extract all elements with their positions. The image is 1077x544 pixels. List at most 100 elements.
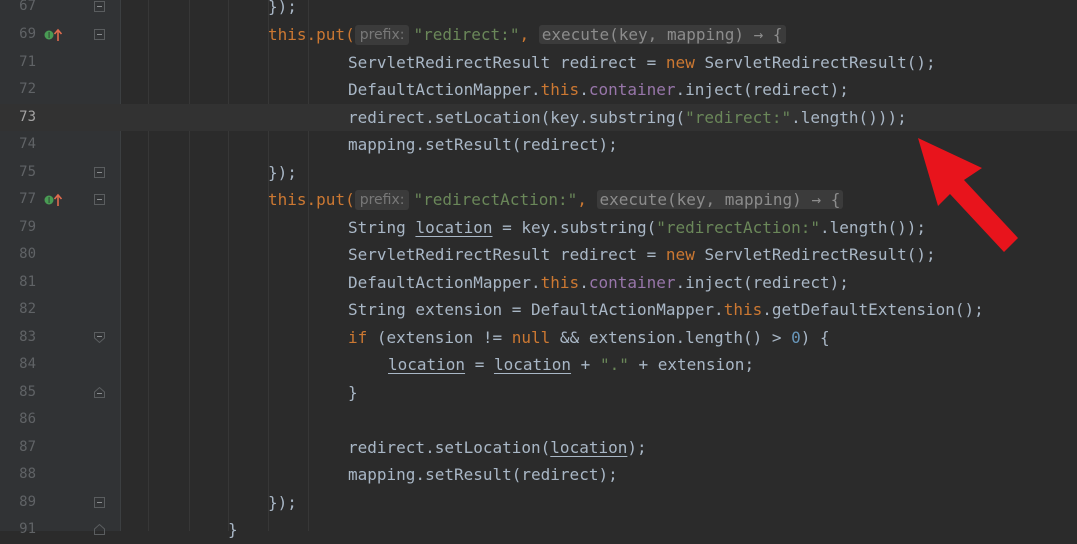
if-keyword: if xyxy=(348,327,368,347)
method-call: redirect.setLocation(key.substring( xyxy=(348,107,686,127)
code-line[interactable]: 85 } xyxy=(0,379,1077,407)
expression: + extension; xyxy=(628,355,755,374)
string-literal: "." xyxy=(599,355,629,374)
code-line[interactable]: 67 }); xyxy=(0,0,1077,21)
line-number[interactable]: 73 xyxy=(0,104,36,132)
parameter-hint: prefix: xyxy=(354,190,410,210)
line-number[interactable]: 91 xyxy=(0,516,36,544)
parameter-hint: prefix: xyxy=(354,25,410,45)
operator: + xyxy=(571,355,600,374)
override-implements-icon[interactable]: I xyxy=(44,28,66,42)
method-call: .inject(redirect); xyxy=(675,272,849,292)
code-line[interactable]: 81 DefaultActionMapper.this.container.in… xyxy=(0,269,1077,297)
code-text: ServletRedirectResult redirect = new Ser… xyxy=(348,49,936,77)
code-text: redirect.setLocation(key.substring("redi… xyxy=(348,104,907,132)
string-literal: "redirectAction:" xyxy=(413,190,578,209)
method-call: = key.substring( xyxy=(502,217,657,237)
code-text: }); xyxy=(268,0,297,16)
code-line[interactable]: 88 mapping.setResult(redirect); xyxy=(0,461,1077,489)
variable: location xyxy=(415,217,493,237)
string-literal: "redirect:" xyxy=(685,107,792,127)
string-literal: "redirect:" xyxy=(413,25,520,44)
code-text: redirect.setLocation(location); xyxy=(348,434,647,462)
method-call: redirect.setLocation( xyxy=(348,437,551,457)
code-line[interactable]: 69 I this.put(prefix: "redirect:", execut… xyxy=(0,21,1077,49)
code-text: location = location + "." + extension; xyxy=(388,351,754,379)
this-keyword: this.put( xyxy=(268,25,355,44)
line-number[interactable]: 79 xyxy=(0,214,36,242)
fold-icon[interactable] xyxy=(94,386,105,398)
line-number[interactable]: 83 xyxy=(0,324,36,352)
fold-icon[interactable] xyxy=(94,331,105,343)
string-literal: "redirectAction:" xyxy=(656,217,821,237)
operator: = xyxy=(465,355,494,374)
line-number[interactable]: 77 xyxy=(0,186,36,214)
line-number[interactable]: 80 xyxy=(0,241,36,269)
field-name: container xyxy=(588,80,676,99)
line-number[interactable]: 81 xyxy=(0,269,36,297)
method-call: .inject(redirect); xyxy=(675,80,849,99)
fold-icon[interactable] xyxy=(94,166,105,178)
code-line[interactable]: 72 DefaultActionMapper.this.container.in… xyxy=(0,76,1077,104)
operator: = xyxy=(646,245,657,264)
this-keyword: this xyxy=(723,300,763,319)
code-text: mapping.setResult(redirect); xyxy=(348,135,618,154)
code-text: mapping.setResult(redirect); xyxy=(348,465,618,484)
line-number[interactable]: 88 xyxy=(0,461,36,489)
override-implements-icon[interactable]: I xyxy=(44,193,66,207)
line-number[interactable]: 67 xyxy=(0,0,36,21)
red-arrow-annotation-icon xyxy=(918,138,1018,252)
code-text: this.put(prefix: "redirectAction:", execu… xyxy=(268,186,844,214)
dot: . xyxy=(579,80,589,99)
fold-icon[interactable] xyxy=(94,194,105,205)
code-line[interactable]: 89 }); xyxy=(0,489,1077,517)
line-number[interactable]: 85 xyxy=(0,379,36,407)
this-keyword: this xyxy=(540,80,580,99)
code-line[interactable]: 83 if (extension != null && extension.le… xyxy=(0,324,1077,352)
line-number[interactable]: 74 xyxy=(0,131,36,159)
class-name: DefaultActionMapper. xyxy=(348,80,541,99)
line-number[interactable]: 71 xyxy=(0,49,36,77)
class-name: DefaultActionMapper. xyxy=(348,272,541,292)
line-number[interactable]: 86 xyxy=(0,406,36,434)
line-number[interactable]: 89 xyxy=(0,489,36,517)
statement: String extension = DefaultActionMapper. xyxy=(348,300,724,319)
fold-icon[interactable] xyxy=(94,1,105,12)
code-line[interactable]: 82 String extension = DefaultActionMappe… xyxy=(0,296,1077,324)
condition: && extension.length() > xyxy=(550,327,792,347)
new-keyword: new xyxy=(665,52,695,72)
fold-icon[interactable] xyxy=(94,29,105,40)
this-keyword: this.put( xyxy=(268,190,355,209)
code-text: if (extension != null && extension.lengt… xyxy=(348,324,830,352)
line-number[interactable]: 72 xyxy=(0,76,36,104)
code-line[interactable]: 71 ServletRedirectResult redirect = new … xyxy=(0,49,1077,77)
line-number[interactable]: 87 xyxy=(0,434,36,462)
code-text: } xyxy=(228,520,238,539)
type-name: String xyxy=(348,217,406,237)
code-text: String location = key.substring("redirec… xyxy=(348,214,926,242)
variable: location xyxy=(493,355,572,374)
method-call: .length())); xyxy=(791,107,907,127)
code-line[interactable]: 91 } xyxy=(0,516,1077,544)
line-number[interactable]: 84 xyxy=(0,351,36,379)
code-line[interactable]: 87 redirect.setLocation(location); xyxy=(0,434,1077,462)
new-keyword: new xyxy=(665,245,695,264)
fold-icon[interactable] xyxy=(94,524,105,535)
code-text: String extension = DefaultActionMapper.t… xyxy=(348,296,984,324)
method-call: .getDefaultExtension(); xyxy=(762,300,984,319)
line-number[interactable]: 69 xyxy=(0,21,36,49)
condition: (extension != xyxy=(367,327,512,347)
constructor-call: ServletRedirectResult(); xyxy=(704,52,936,72)
lambda-hint: execute(key, mapping) → { xyxy=(596,190,844,209)
code-line[interactable]: 86 xyxy=(0,406,1077,434)
type-name: ServletRedirectResult xyxy=(348,245,551,264)
type-name: ServletRedirectResult xyxy=(348,52,551,72)
code-line[interactable]: 84 location = location + "." + extension… xyxy=(0,351,1077,379)
line-number[interactable]: 82 xyxy=(0,296,36,324)
fold-icon[interactable] xyxy=(94,496,105,508)
code-text: DefaultActionMapper.this.container.injec… xyxy=(348,76,849,104)
this-keyword: this xyxy=(540,272,580,292)
line-number[interactable]: 75 xyxy=(0,159,36,187)
field-name: container xyxy=(588,272,676,292)
variable: location xyxy=(550,437,628,457)
